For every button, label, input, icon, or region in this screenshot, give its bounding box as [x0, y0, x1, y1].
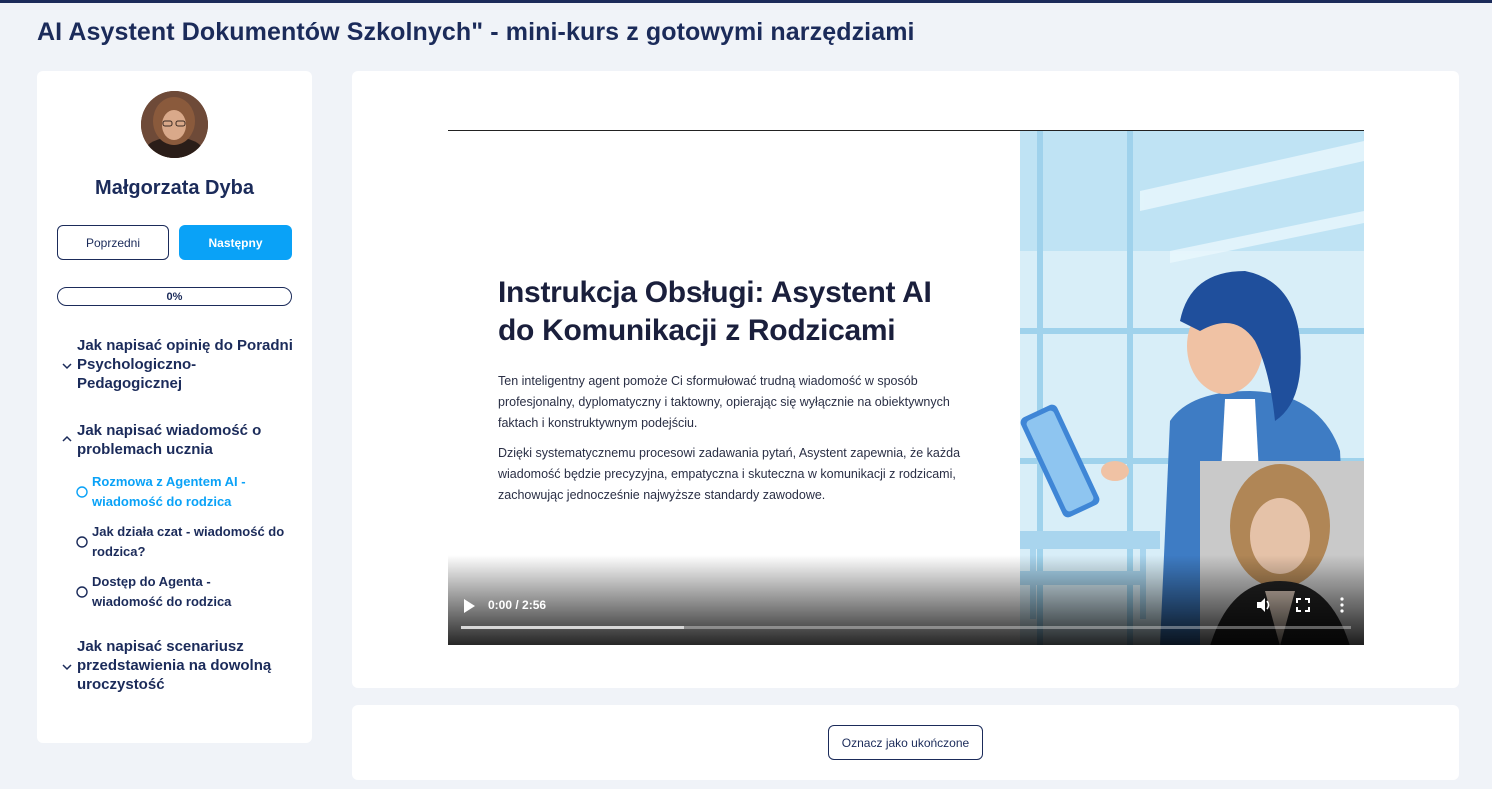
- chevron-down-icon: [57, 637, 77, 694]
- section-opinion-ppp[interactable]: Jak napisać opinię do Poradni Psychologi…: [57, 336, 297, 393]
- lesson-item-agent-access[interactable]: Dostęp do Agenta - wiadomość do rodzica: [72, 572, 297, 612]
- section-ceremony-scenario[interactable]: Jak napisać scenariusz przedstawienia na…: [57, 637, 297, 694]
- video-player[interactable]: Instrukcja Obsługi: Asystent AI do Komun…: [448, 130, 1364, 645]
- video-seek-bar[interactable]: [461, 626, 1351, 629]
- lesson-item-how-chat-works[interactable]: Jak działa czat - wiadomość do rodzica?: [72, 522, 297, 562]
- video-controls-overlay: [448, 555, 1364, 645]
- previous-button[interactable]: Poprzedni: [57, 225, 169, 260]
- progress-label: 0%: [166, 290, 183, 303]
- slide-paragraph-1: Ten inteligentny agent pomoże Ci sformuł…: [498, 374, 950, 430]
- lesson-item-ai-agent-conversation[interactable]: Rozmowa z Agentem AI - wiadomość do rodz…: [72, 472, 297, 512]
- play-icon[interactable]: [462, 598, 476, 614]
- fullscreen-icon[interactable]: [1296, 598, 1310, 612]
- top-border: [0, 0, 1492, 3]
- section-title: Jak napisać wiadomość o problemach uczni…: [77, 422, 262, 458]
- lesson-actions-card: Oznacz jako ukończone: [352, 705, 1459, 780]
- video-time-display: 0:00 / 2:56: [488, 598, 547, 612]
- mark-complete-button[interactable]: Oznacz jako ukończone: [828, 725, 983, 760]
- section-student-problems[interactable]: Jak napisać wiadomość o problemach uczni…: [57, 421, 297, 459]
- avatar-image: [141, 91, 208, 158]
- instructor-name: Małgorzata Dyba: [95, 177, 254, 199]
- instructor-avatar: [141, 91, 208, 158]
- section-title: Jak napisać scenariusz przedstawienia na…: [77, 638, 272, 693]
- chevron-down-icon: [57, 336, 77, 393]
- page-title: AI Asystent Dokumentów Szkolnych" - mini…: [37, 18, 915, 46]
- lesson-title: Jak działa czat - wiadomość do rodzica?: [92, 524, 285, 559]
- section-title: Jak napisać opinię do Poradni Psychologi…: [77, 337, 293, 392]
- lesson-title: Rozmowa z Agentem AI - wiadomość do rodz…: [92, 474, 246, 509]
- chevron-up-icon: [57, 421, 77, 459]
- lesson-status-circle-icon: [72, 522, 92, 562]
- slide-paragraph-2: Dzięki systematycznemu procesowi zadawan…: [498, 446, 961, 502]
- course-sidebar: Małgorzata Dyba Poprzedni Następny 0% Ja…: [37, 71, 312, 743]
- next-button[interactable]: Następny: [179, 225, 292, 260]
- volume-icon[interactable]: [1256, 597, 1272, 613]
- lesson-status-circle-icon: [72, 472, 92, 512]
- slide-title: Instrukcja Obsługi: Asystent AI do Komun…: [498, 276, 932, 347]
- course-progress-bar: 0%: [57, 287, 292, 306]
- lesson-title: Dostęp do Agenta - wiadomość do rodzica: [92, 574, 232, 609]
- video-buffered-range: [461, 626, 684, 629]
- lesson-status-circle-icon: [72, 572, 92, 612]
- more-options-icon[interactable]: [1340, 597, 1344, 613]
